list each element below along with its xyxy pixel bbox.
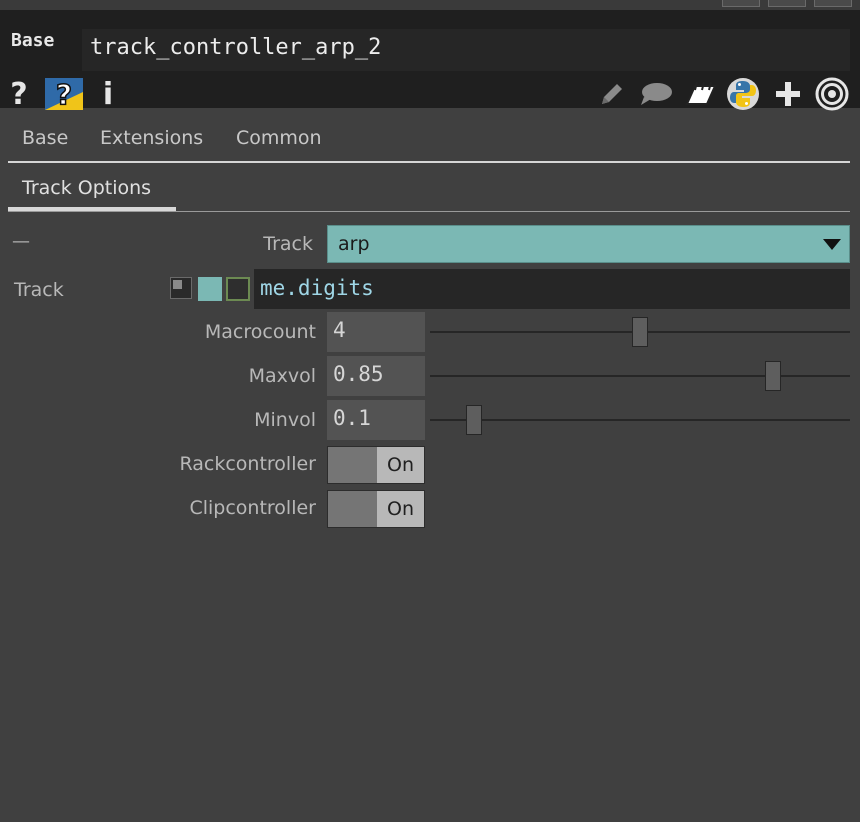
minvol-slider-handle[interactable] [466,405,483,435]
macrocount-field[interactable]: 4 [327,312,425,352]
comment-icon[interactable] [638,78,674,110]
macrocount-slider-handle[interactable] [632,317,648,347]
minvol-field[interactable]: 0.1 [327,400,425,440]
operator-type-label: Base [11,30,55,51]
track-expression-field[interactable]: me.digits [254,269,850,309]
track-menu-value: arp [338,233,370,255]
toggle-on-label: On [377,491,424,527]
macrocount-label: Macrocount [204,321,316,343]
constant-mode-icon[interactable] [170,277,192,299]
tab-base[interactable]: Base [22,127,68,149]
toggle-off-segment [328,491,377,527]
menu-collapse-dash[interactable]: — [12,231,30,252]
info-icon[interactable]: i [100,77,116,112]
pencil-icon[interactable] [598,78,626,110]
clipcontroller-toggle[interactable]: On [327,490,425,528]
rackcontroller-toggle[interactable]: On [327,446,425,484]
operator-header: Base track_controller_arp_2 ? ? i [0,10,860,112]
rackcontroller-label: Rackcontroller [179,453,316,475]
tab-track-options[interactable]: Track Options [22,177,151,199]
track-expr-label: Track [14,279,64,301]
export-mode-icon[interactable] [226,277,250,301]
maxvol-label: Maxvol [248,365,316,387]
tab-divider-2 [8,211,850,212]
python-icon[interactable] [725,78,761,110]
minvol-slider-track[interactable] [430,419,850,421]
question-icon[interactable]: ? [8,77,30,112]
window-button-2[interactable] [768,0,806,7]
track-menu-dropdown[interactable]: arp [327,225,850,263]
window-button-1[interactable] [722,0,760,7]
notepad-icon[interactable] [683,78,719,110]
toolbar: ? ? i [0,70,860,118]
operator-name-field[interactable]: track_controller_arp_2 [82,29,850,71]
tab-common[interactable]: Common [236,127,322,149]
chevron-down-icon [823,239,841,250]
target-icon[interactable] [814,77,850,111]
tab-extensions[interactable]: Extensions [100,127,203,149]
maxvol-field[interactable]: 0.85 [327,356,425,396]
maxvol-slider-track[interactable] [430,375,850,377]
track-menu-label: Track [263,233,313,255]
toggle-off-segment [328,447,377,483]
window-button-3[interactable] [814,0,852,7]
plus-icon[interactable] [774,78,802,110]
expression-mode-icon[interactable] [198,277,222,301]
minvol-label: Minvol [254,409,316,431]
svg-text:?: ? [56,78,72,110]
maxvol-slider-handle[interactable] [765,361,782,391]
clipcontroller-label: Clipcontroller [189,497,316,519]
toggle-on-label: On [377,447,424,483]
python-help-icon[interactable]: ? [45,78,83,110]
tab-divider-1 [8,161,850,163]
